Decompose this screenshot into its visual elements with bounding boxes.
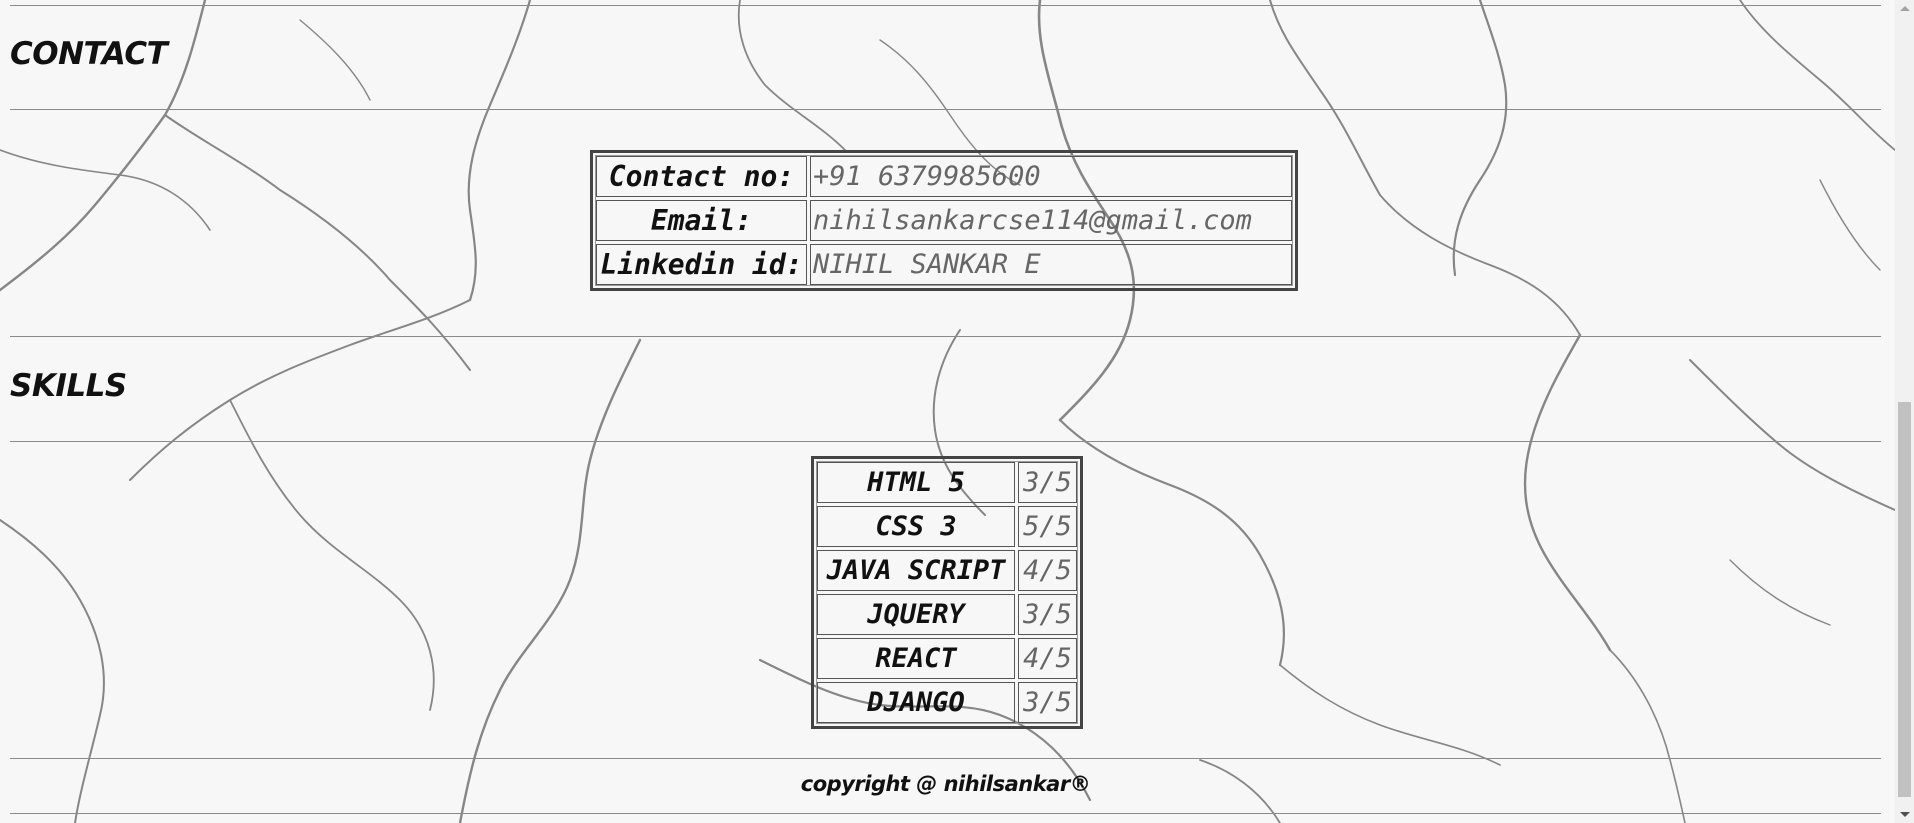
divider bbox=[10, 5, 1881, 6]
divider bbox=[10, 109, 1881, 110]
resume-page: CONTACT Contact no: +91 6379985600 Email… bbox=[0, 0, 1895, 823]
contact-linkedin-value: NIHIL SANKAR E bbox=[810, 244, 1292, 285]
divider bbox=[10, 813, 1881, 814]
skill-rating: 3/5 bbox=[1018, 462, 1077, 503]
skill-name: CSS 3 bbox=[817, 506, 1015, 547]
skill-row: REACT 4/5 bbox=[817, 638, 1077, 679]
contact-phone-value: +91 6379985600 bbox=[810, 156, 1292, 197]
contact-table: Contact no: +91 6379985600 Email: nihils… bbox=[590, 150, 1298, 291]
divider bbox=[10, 441, 1881, 442]
skill-name: REACT bbox=[817, 638, 1015, 679]
contact-row-phone: Contact no: +91 6379985600 bbox=[596, 156, 1292, 197]
skill-rating: 4/5 bbox=[1018, 638, 1077, 679]
skills-table: HTML 5 3/5 CSS 3 5/5 JAVA SCRIPT 4/5 JQU… bbox=[811, 456, 1083, 729]
skill-name: JQUERY bbox=[817, 594, 1015, 635]
skill-row: CSS 3 5/5 bbox=[817, 506, 1077, 547]
divider bbox=[10, 758, 1881, 759]
skill-rating: 4/5 bbox=[1018, 550, 1077, 591]
skill-rating: 3/5 bbox=[1018, 594, 1077, 635]
contact-row-linkedin: Linkedin id: NIHIL SANKAR E bbox=[596, 244, 1292, 285]
skill-rating: 5/5 bbox=[1018, 506, 1077, 547]
vertical-scrollbar[interactable] bbox=[1895, 0, 1914, 823]
contact-email-value: nihilsankarcse114@gmail.com bbox=[810, 200, 1292, 241]
skill-name: JAVA SCRIPT bbox=[817, 550, 1015, 591]
divider bbox=[10, 336, 1881, 337]
skill-row: JAVA SCRIPT 4/5 bbox=[817, 550, 1077, 591]
skills-section-title: SKILLS bbox=[10, 368, 127, 404]
contact-email-label: Email: bbox=[596, 200, 807, 241]
skill-row: HTML 5 3/5 bbox=[817, 462, 1077, 503]
skill-row: DJANGO 3/5 bbox=[817, 682, 1077, 723]
chevron-down-icon[interactable] bbox=[1895, 806, 1914, 823]
scrollbar-thumb[interactable] bbox=[1898, 402, 1911, 797]
skill-row: JQUERY 3/5 bbox=[817, 594, 1077, 635]
chevron-up-icon[interactable] bbox=[1895, 0, 1914, 17]
contact-phone-label: Contact no: bbox=[596, 156, 807, 197]
skill-name: HTML 5 bbox=[817, 462, 1015, 503]
skill-rating: 3/5 bbox=[1018, 682, 1077, 723]
contact-section-title: CONTACT bbox=[10, 36, 168, 72]
footer-copyright: copyright @ nihilsankar® bbox=[800, 772, 1091, 796]
contact-linkedin-label: Linkedin id: bbox=[596, 244, 807, 285]
contact-row-email: Email: nihilsankarcse114@gmail.com bbox=[596, 200, 1292, 241]
skill-name: DJANGO bbox=[817, 682, 1015, 723]
